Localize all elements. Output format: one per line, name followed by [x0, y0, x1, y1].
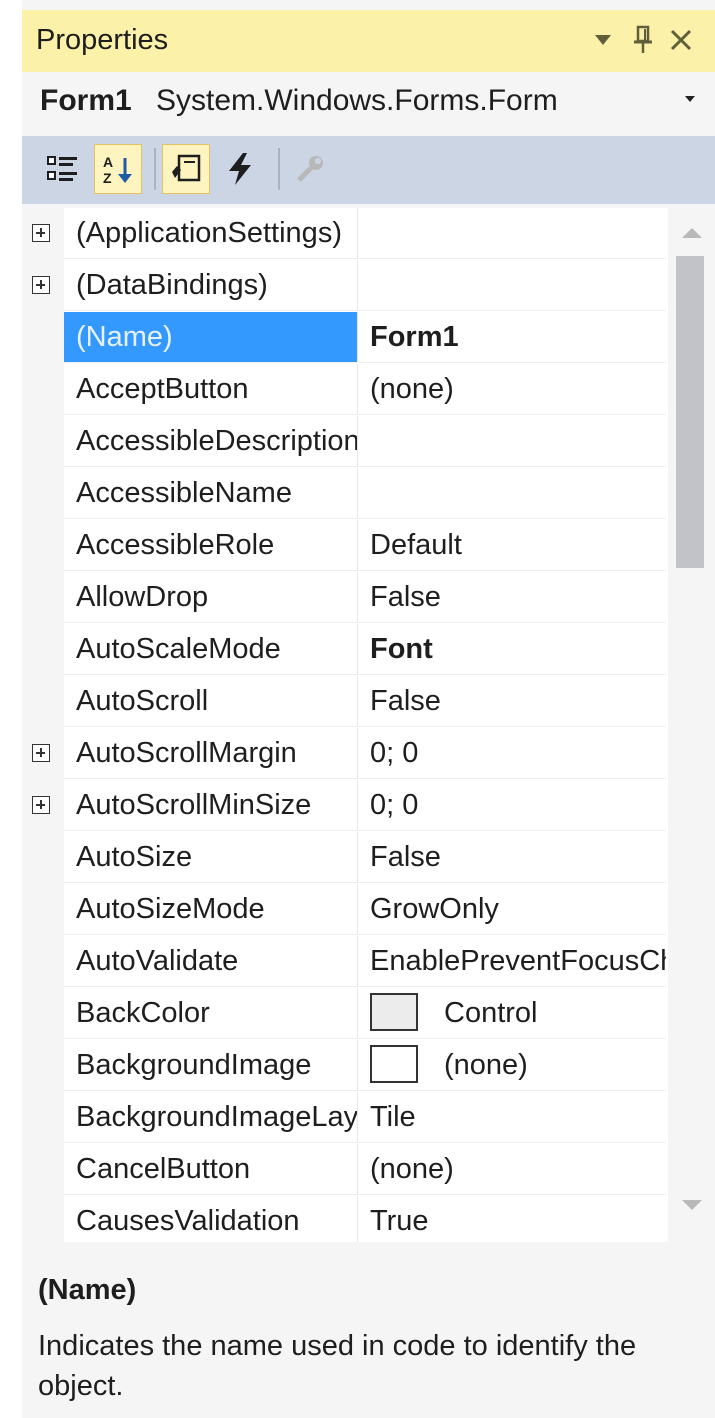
property-row[interactable]: AutoSize False [22, 832, 666, 884]
property-value[interactable]: EnablePreventFocusChange [358, 936, 666, 987]
property-value[interactable]: Default [358, 520, 666, 571]
property-value[interactable] [358, 260, 666, 311]
property-value[interactable]: Tile [358, 1092, 666, 1143]
svg-text:Z: Z [103, 170, 112, 186]
alphabetical-icon[interactable]: A Z [94, 144, 142, 194]
events-icon[interactable] [216, 144, 264, 194]
property-row[interactable]: AccessibleRole Default [22, 520, 666, 572]
property-name[interactable]: AccessibleDescription [64, 416, 358, 467]
expand-plus-icon[interactable] [32, 796, 50, 814]
property-value-text: Control [444, 997, 538, 1029]
property-row[interactable]: (ApplicationSettings) [22, 208, 666, 260]
property-value[interactable] [358, 208, 666, 259]
toolbar-separator [278, 148, 280, 190]
property-row[interactable]: BackgroundImage (none) [22, 1040, 666, 1092]
property-row[interactable]: AutoScaleMode Font [22, 624, 666, 676]
property-value[interactable]: 0; 0 [358, 728, 666, 779]
property-value[interactable]: (none) [358, 1144, 666, 1195]
scroll-down-arrow-icon[interactable] [682, 1200, 702, 1210]
property-pages-icon[interactable] [286, 144, 334, 194]
property-name[interactable]: AutoScroll [64, 676, 358, 727]
property-name[interactable]: AutoValidate [64, 936, 358, 987]
object-selector[interactable]: Form1 System.Windows.Forms.Form [22, 72, 715, 130]
property-value[interactable] [358, 468, 666, 519]
property-name[interactable]: CausesValidation [64, 1196, 358, 1242]
vertical-scrollbar[interactable] [668, 208, 715, 1242]
property-value[interactable] [358, 416, 666, 467]
property-value[interactable]: (none) [358, 364, 666, 415]
categorized-icon[interactable] [38, 144, 86, 194]
property-name[interactable]: (DataBindings) [64, 260, 358, 311]
property-name[interactable]: (Name) [64, 312, 358, 363]
scroll-up-arrow-icon[interactable] [682, 228, 702, 238]
expand-plus-icon[interactable] [32, 224, 50, 242]
property-value[interactable]: Control [358, 988, 666, 1039]
property-row[interactable]: (Name) Form1 [22, 312, 666, 364]
property-name[interactable]: CancelButton [64, 1144, 358, 1195]
property-name[interactable]: AcceptButton [64, 364, 358, 415]
property-value-text: (none) [444, 1049, 528, 1081]
property-value[interactable]: True [358, 1196, 666, 1242]
description-pane: (Name) Indicates the name used in code t… [22, 1244, 715, 1404]
property-value[interactable]: False [358, 832, 666, 883]
close-icon[interactable] [666, 22, 696, 58]
color-swatch [370, 993, 418, 1032]
property-name[interactable]: AutoSizeMode [64, 884, 358, 935]
expand-plus-icon[interactable] [32, 744, 50, 762]
scroll-thumb[interactable] [676, 256, 704, 568]
property-row[interactable]: AutoScrollMargin 0; 0 [22, 728, 666, 780]
property-name[interactable]: AllowDrop [64, 572, 358, 623]
property-value[interactable]: GrowOnly [358, 884, 666, 935]
property-name[interactable]: AutoSize [64, 832, 358, 883]
dropdown-arrow-icon[interactable] [588, 22, 618, 58]
toolbar: A Z [22, 136, 715, 204]
description-text: Indicates the name used in code to ident… [38, 1330, 637, 1402]
property-value[interactable]: (none) [358, 1040, 666, 1091]
property-row[interactable]: CancelButton (none) [22, 1144, 666, 1196]
property-name[interactable]: BackgroundImage [64, 1040, 358, 1091]
property-row[interactable]: AutoValidateEnablePreventFocusChange [22, 936, 666, 988]
properties-icon[interactable] [162, 144, 210, 194]
property-row[interactable]: AccessibleDescription [22, 416, 666, 468]
property-row[interactable]: AccessibleName [22, 468, 666, 520]
property-value[interactable]: Font [358, 624, 666, 675]
property-row[interactable]: AutoScrollMinSize 0; 0 [22, 780, 666, 832]
color-swatch [370, 1045, 418, 1084]
property-value[interactable]: 0; 0 [358, 780, 666, 831]
expand-plus-icon[interactable] [32, 276, 50, 294]
object-name: Form1 [40, 84, 132, 117]
property-name[interactable]: AutoScaleMode [64, 624, 358, 675]
panel-title: Properties [36, 24, 169, 56]
property-row[interactable]: BackgroundImageLayoutTile [22, 1092, 666, 1144]
description-title: (Name) [38, 1274, 137, 1306]
chevron-down-icon[interactable] [682, 92, 702, 112]
svg-text:A: A [103, 154, 113, 170]
property-row[interactable]: AcceptButton (none) [22, 364, 666, 416]
property-row[interactable]: CausesValidation True [22, 1196, 666, 1242]
object-type: System.Windows.Forms.Form [156, 84, 558, 117]
toolbar-separator [154, 148, 156, 190]
title-bar: Properties [22, 10, 715, 72]
property-row[interactable]: AutoSizeMode GrowOnly [22, 884, 666, 936]
property-name[interactable]: AutoScrollMargin [64, 728, 358, 779]
pin-icon[interactable] [628, 22, 658, 58]
property-grid: (ApplicationSettings) (DataBindings) (Name… [22, 208, 715, 1242]
property-name[interactable]: BackgroundImageLayout [64, 1092, 358, 1143]
property-name[interactable]: AccessibleRole [64, 520, 358, 571]
property-value[interactable]: Form1 [358, 312, 666, 363]
property-row[interactable]: AllowDrop False [22, 572, 666, 624]
property-name[interactable]: AutoScrollMinSize [64, 780, 358, 831]
properties-panel: Properties Form1 System.Windows.Forms.Fo… [22, 0, 715, 1418]
property-name[interactable]: (ApplicationSettings) [64, 208, 358, 259]
property-row[interactable]: AutoScroll False [22, 676, 666, 728]
property-row[interactable]: (DataBindings) [22, 260, 666, 312]
property-name[interactable]: AccessibleName [64, 468, 358, 519]
property-row[interactable]: BackColor Control [22, 988, 666, 1040]
property-name[interactable]: BackColor [64, 988, 358, 1039]
property-value[interactable]: False [358, 572, 666, 623]
property-value[interactable]: False [358, 676, 666, 727]
